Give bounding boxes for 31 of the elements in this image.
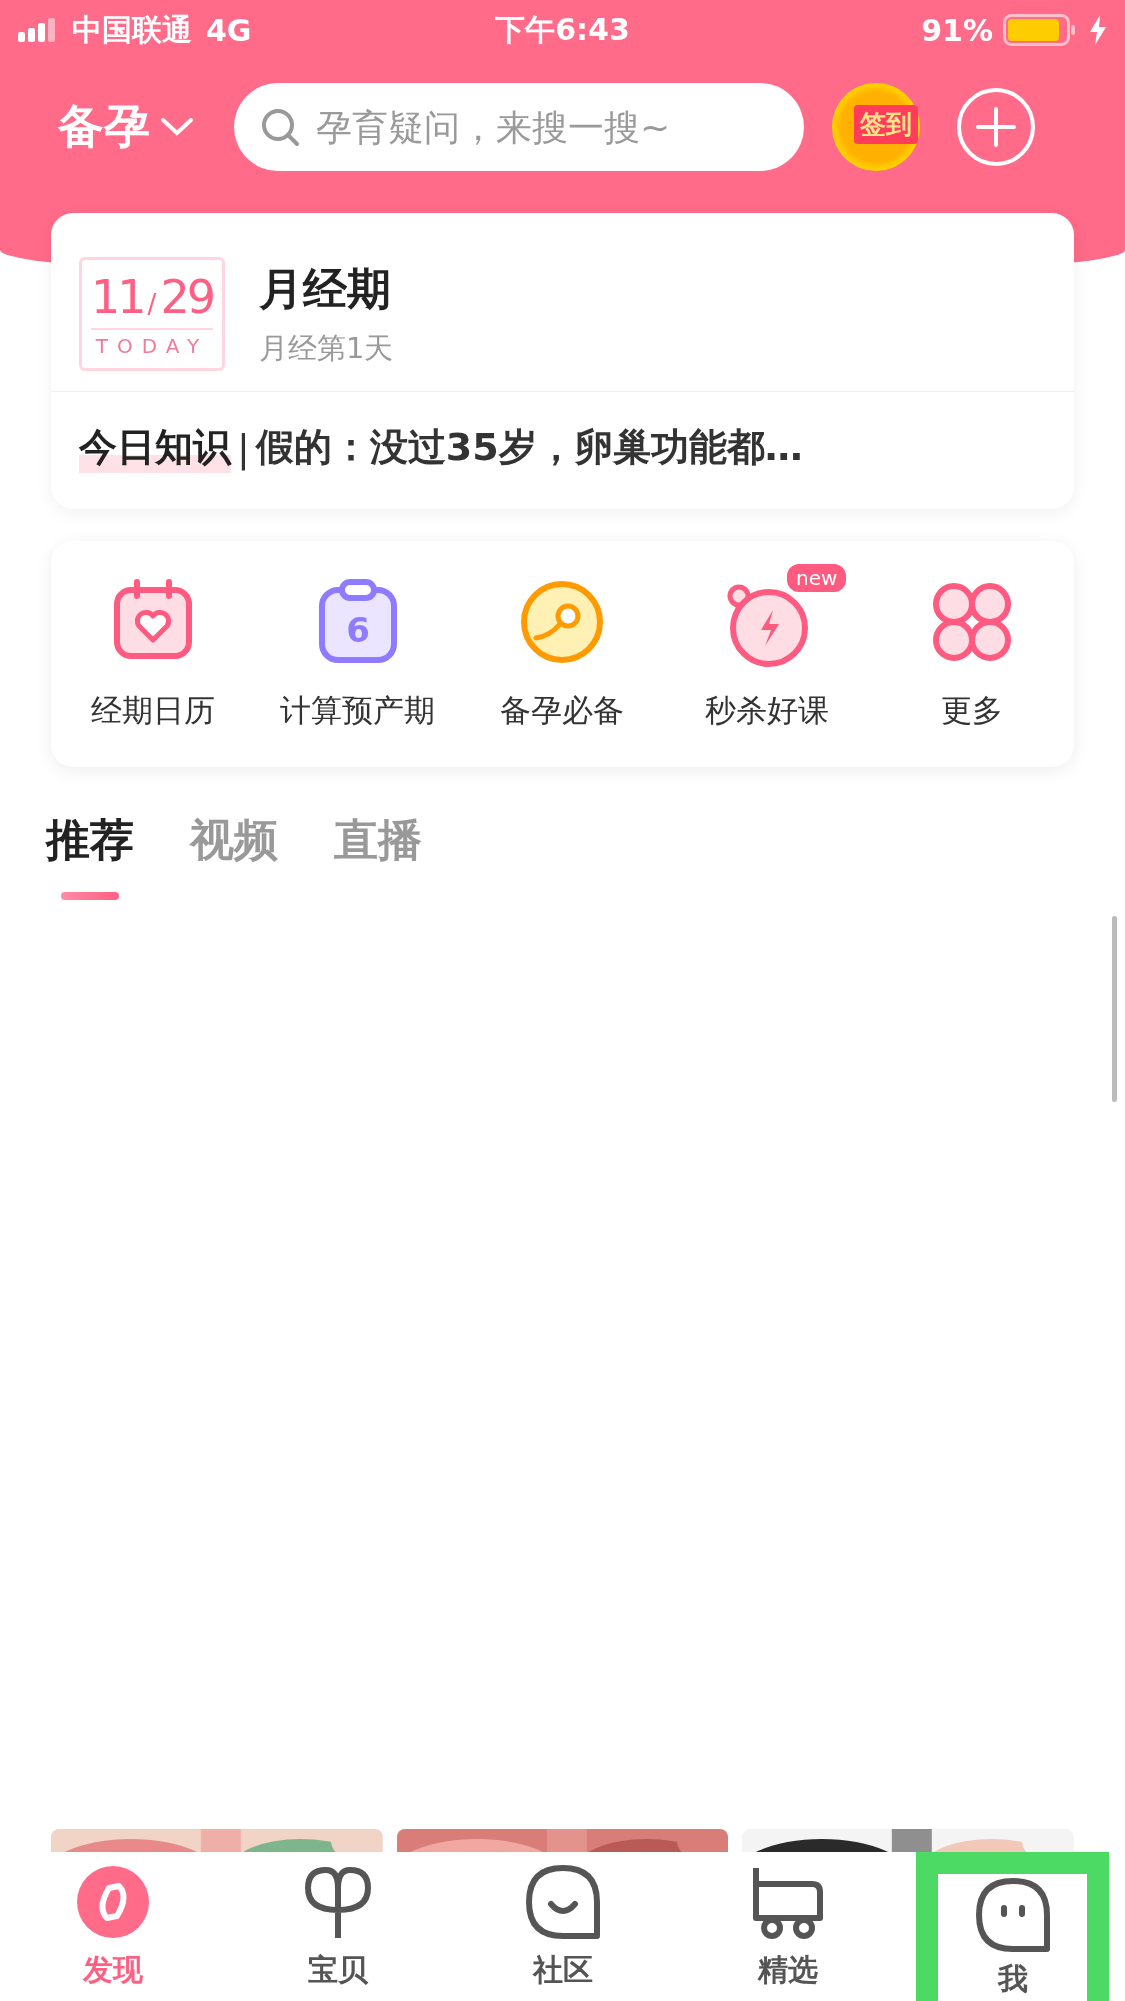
today-label: TODAY (95, 334, 209, 358)
signal-icon (18, 18, 58, 42)
nav-tab[interactable]: 宝贝 (225, 1852, 450, 2001)
clock-time: 下午6:43 (495, 11, 630, 47)
nav-tab[interactable]: 社区 (450, 1852, 675, 2001)
date-day: 29 (160, 270, 213, 324)
phase-subtitle: 月经第1天 (259, 329, 394, 367)
chevron-down-icon[interactable] (160, 117, 194, 137)
shortcut-label[interactable]: 备孕必备 (500, 690, 625, 732)
carrier-name: 中国联通 (72, 10, 192, 49)
phase-title: 月经期 (259, 261, 392, 316)
search-input[interactable]: 孕育疑问，来搜一搜~ (314, 105, 778, 149)
charging-icon (1089, 15, 1107, 45)
shortcut-label[interactable]: 更多 (940, 690, 1003, 732)
network-type: 4G (206, 12, 252, 48)
shortcut-label[interactable]: 经期日历 (91, 690, 216, 732)
date-month: 11 (91, 270, 144, 324)
shortcut-label[interactable]: 秒杀好课 (705, 690, 830, 732)
feed-tab[interactable]: 推荐 (46, 811, 134, 900)
nav-tab[interactable]: 我 (916, 1852, 1109, 2001)
nav-tab[interactable]: 精选 (675, 1852, 900, 2001)
knowledge-headline[interactable]: 假的：没过35岁，卵巢功能都… (255, 422, 803, 473)
shortcut-label[interactable]: 计算预产期 (280, 690, 436, 732)
add-icon[interactable] (956, 87, 1036, 167)
date-slash: / (147, 289, 157, 319)
search-field[interactable]: 孕育疑问，来搜一搜~ (234, 83, 804, 171)
new-badge: new (785, 562, 849, 594)
separator: | (237, 425, 250, 470)
checkin-label: 签到 (854, 105, 918, 144)
battery-percent: 91% (921, 12, 993, 48)
search-icon (260, 107, 300, 147)
